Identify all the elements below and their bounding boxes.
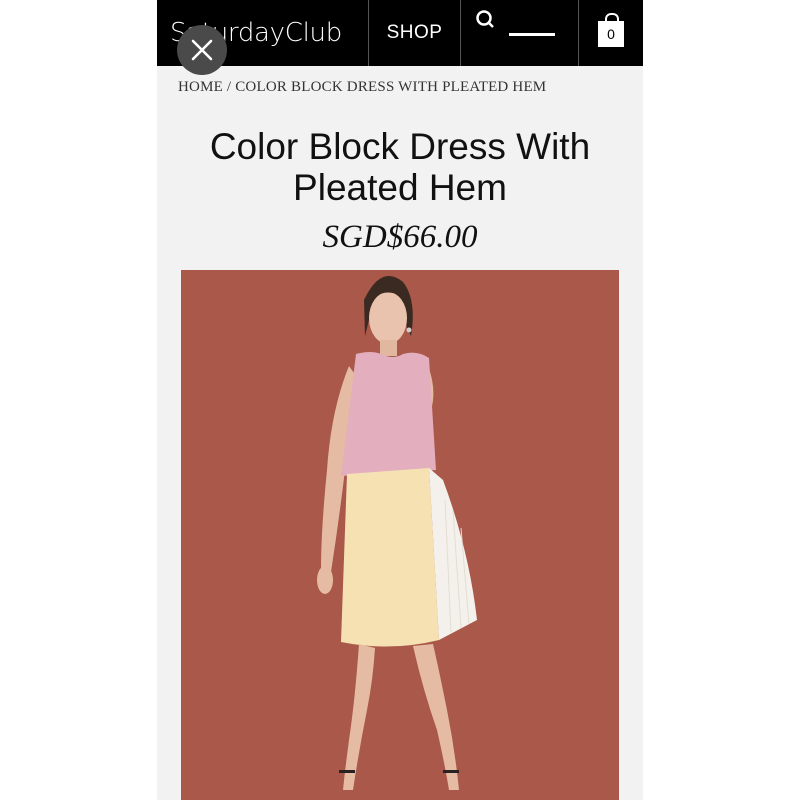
cart-icon[interactable]: 0 (598, 13, 624, 47)
model-illustration (317, 276, 477, 790)
cart-button[interactable]: 0 (579, 0, 643, 66)
close-button[interactable] (177, 25, 227, 75)
search-field[interactable] (461, 0, 579, 66)
cart-count: 0 (607, 26, 615, 42)
search-input-underline[interactable] (509, 33, 555, 36)
product-price: SGD$66.00 (322, 219, 478, 255)
phone-screen: SaturdayClub SHOP 0 HOME / COLOR BLOCK D… (157, 0, 643, 800)
shop-menu-link[interactable]: SHOP (369, 0, 461, 66)
product-image[interactable] (181, 270, 619, 800)
search-icon[interactable] (475, 9, 497, 31)
site-header: SaturdayClub SHOP 0 (157, 0, 643, 66)
close-icon[interactable] (190, 38, 214, 62)
breadcrumb[interactable]: HOME / COLOR BLOCK DRESS WITH PLEATED HE… (178, 79, 546, 96)
product-title: Color Block Dress With Pleated Hem (209, 126, 591, 208)
